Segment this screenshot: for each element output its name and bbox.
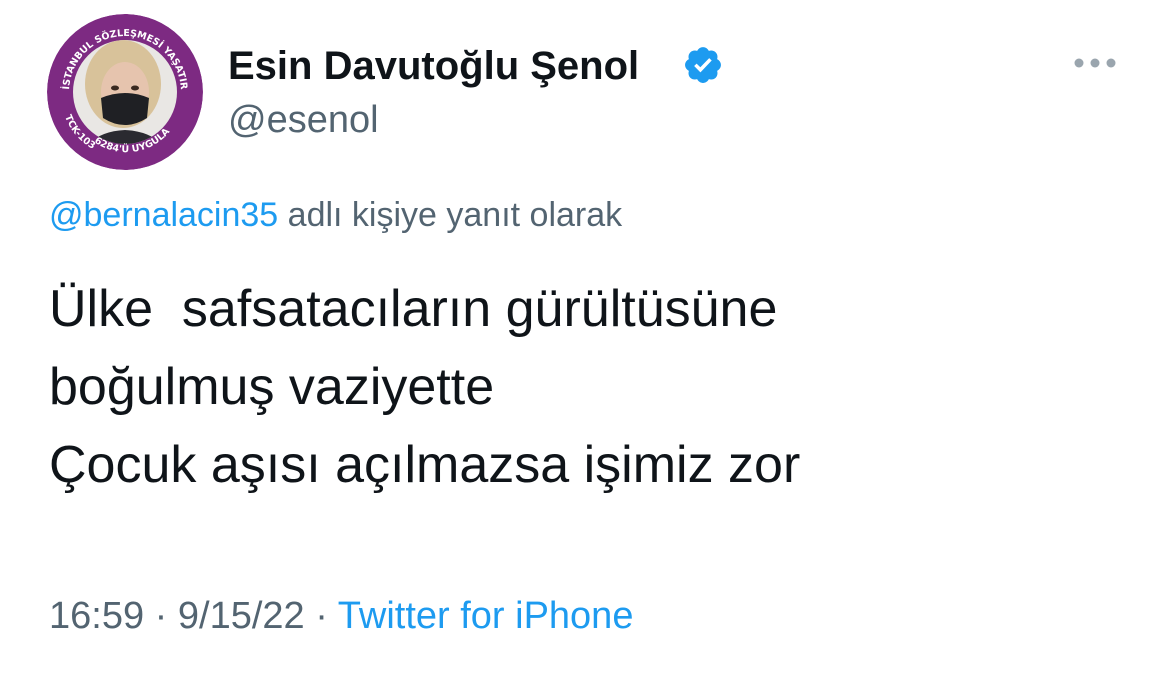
avatar[interactable]: İSTANBUL SÖZLEŞMESİ YAŞATIR TCK-103 6284…	[47, 14, 203, 170]
tweet-text-line: boğulmuş vaziyette	[49, 358, 495, 416]
tweet-text: Ülke safsatacıların gürültüsüne boğulmuş…	[49, 270, 1129, 504]
reply-context: @bernalacin35 adlı kişiye yanıt olarak	[49, 190, 622, 240]
tweet-meta: 16:59 · 9/15/22 · Twitter for iPhone	[49, 588, 633, 644]
reply-context-suffix: adlı kişiye yanıt olarak	[278, 196, 623, 234]
tweet-text-line: Çocuk aşısı açılmazsa işimiz zor	[49, 436, 801, 494]
more-dots-icon[interactable]	[1072, 48, 1118, 78]
tweet-card: İSTANBUL SÖZLEŞMESİ YAŞATIR TCK-103 6284…	[0, 0, 1170, 679]
meta-separator: ·	[304, 595, 338, 637]
reply-to-handle-link[interactable]: @bernalacin35	[49, 196, 278, 234]
tweet-source-link[interactable]: Twitter for iPhone	[338, 595, 634, 637]
tweet-date[interactable]: 9/15/22	[178, 595, 305, 637]
tweet-time[interactable]: 16:59	[49, 595, 144, 637]
meta-separator: ·	[144, 595, 178, 637]
author-display-name[interactable]: Esin Davutoğlu Şenol	[228, 38, 639, 94]
tweet-text-line: Ülke safsatacıların gürültüsüne	[49, 280, 778, 338]
author-handle[interactable]: @esenol	[228, 94, 379, 146]
verified-badge-icon	[682, 44, 724, 86]
